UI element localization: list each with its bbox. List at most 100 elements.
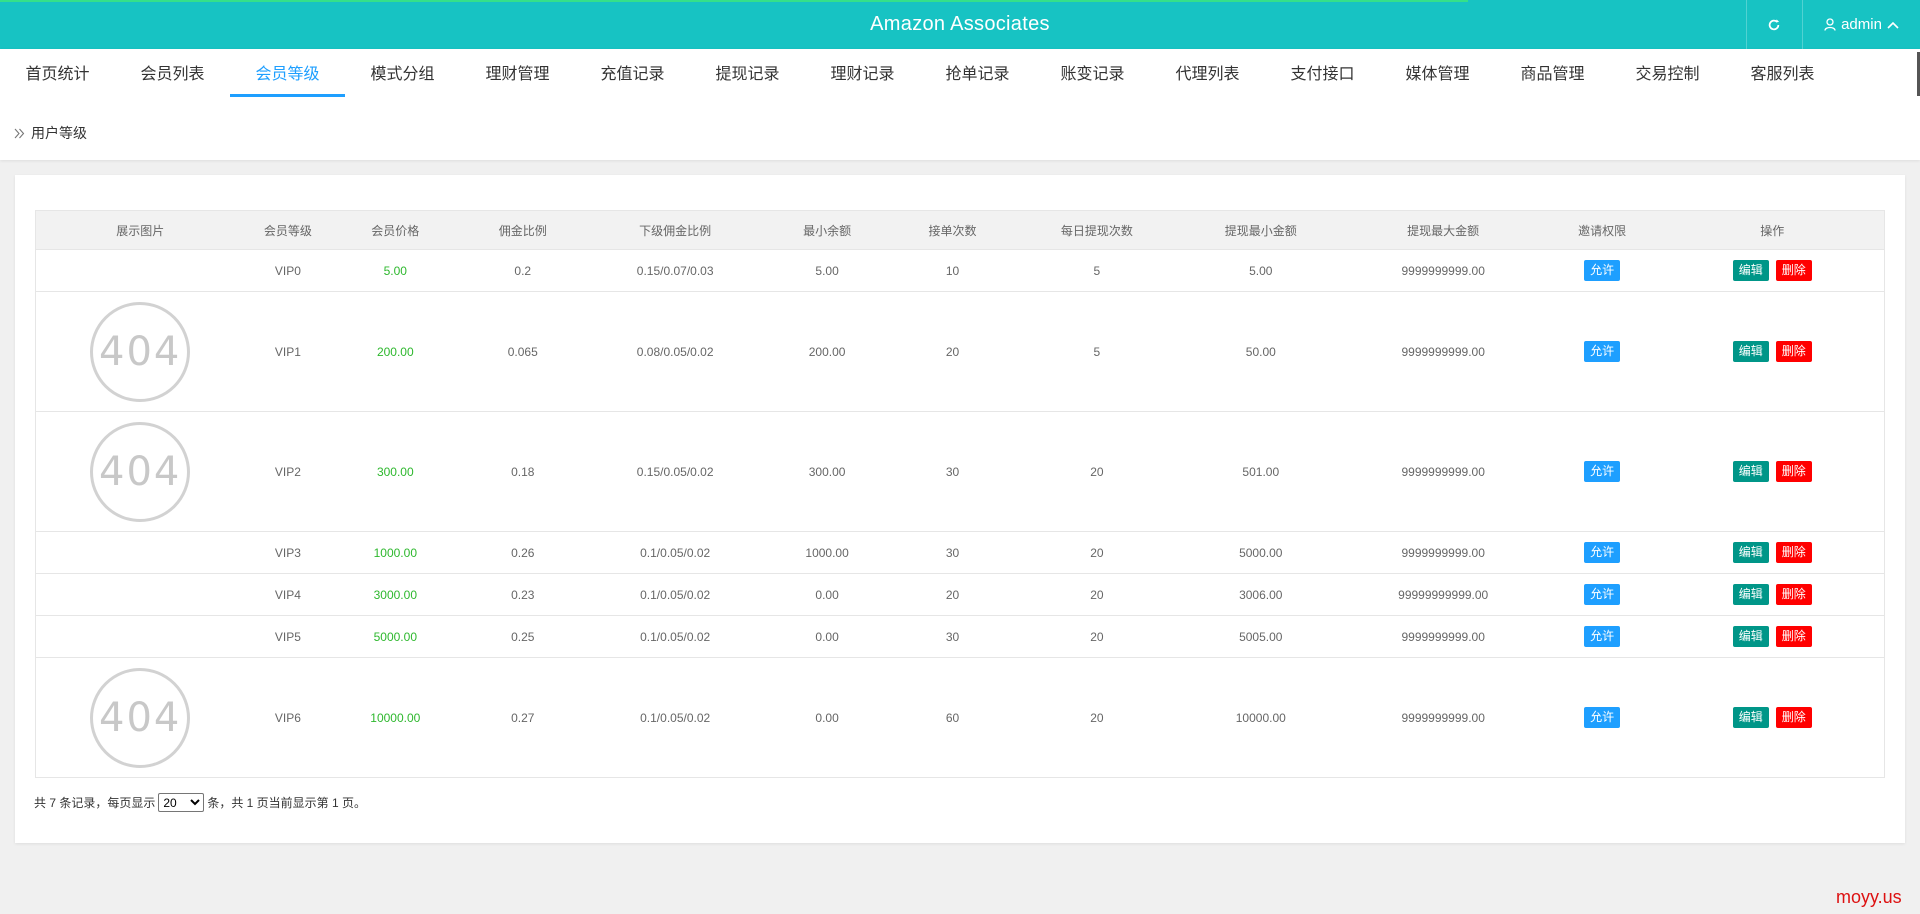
column-header: 下级佣金比例: [586, 210, 765, 250]
cell-sub-rate: 0.1/0.05/0.02: [586, 615, 765, 658]
tab-item[interactable]: 支付接口: [1265, 49, 1380, 97]
delete-button[interactable]: 删除: [1775, 707, 1812, 728]
edit-button[interactable]: 编辑: [1732, 626, 1769, 647]
user-menu[interactable]: admin: [1802, 0, 1920, 49]
tab-item[interactable]: 首页统计: [0, 49, 115, 97]
delete-button[interactable]: 删除: [1775, 584, 1812, 605]
refresh-button[interactable]: [1746, 0, 1801, 49]
watermark: moyy.us: [1836, 887, 1902, 907]
invite-allow-button[interactable]: 允许: [1584, 341, 1621, 362]
cell-withdraw-max: 9999999999.00: [1342, 531, 1544, 574]
cell-daily-withdraw: 20: [1014, 531, 1179, 574]
delete-button[interactable]: 删除: [1775, 461, 1812, 482]
tab-item[interactable]: 理财记录: [805, 49, 920, 97]
cell-daily-withdraw: 5: [1014, 249, 1179, 292]
invite-allow-button[interactable]: 允许: [1584, 626, 1621, 647]
table-row: 404 VIP1 200.00 0.065 0.08/0.05/0.02 200.00 20…: [35, 291, 1885, 412]
cell-withdraw-min: 5000.00: [1178, 531, 1343, 574]
pager-suffix: 条，共 1 页当前显示第 1 页。: [207, 796, 367, 810]
tab-item[interactable]: 理财管理: [460, 49, 575, 97]
actions-cell: 编辑 删除: [1660, 615, 1885, 658]
cell-withdraw-min: 5.00: [1178, 249, 1343, 292]
image-cell: 404: [35, 291, 245, 412]
cell-rate: 0.26: [459, 531, 587, 574]
cell-withdraw-max: 9999999999.00: [1342, 615, 1544, 658]
cell-daily-withdraw: 20: [1014, 573, 1179, 616]
tab-item[interactable]: 提现记录: [690, 49, 805, 97]
cell-withdraw-min: 501.00: [1178, 411, 1343, 532]
table-row: VIP5 5000.00 0.25 0.1/0.05/0.02 0.00 30 20 5005…: [35, 615, 1885, 658]
actions-cell: 编辑 删除: [1660, 657, 1885, 778]
delete-button[interactable]: 删除: [1775, 260, 1812, 281]
invite-allow-button[interactable]: 允许: [1584, 542, 1621, 563]
invite-cell: 允许: [1543, 573, 1661, 616]
image-cell: [35, 531, 245, 574]
invite-cell: 允许: [1543, 411, 1661, 532]
cell-orders: 10: [890, 249, 1015, 292]
cell-price: 200.00: [331, 291, 460, 412]
edit-button[interactable]: 编辑: [1732, 341, 1769, 362]
invite-cell: 允许: [1543, 291, 1661, 412]
invite-allow-button[interactable]: 允许: [1584, 584, 1621, 605]
edit-button[interactable]: 编辑: [1732, 542, 1769, 563]
tab-item[interactable]: 媒体管理: [1380, 49, 1495, 97]
app-title: Amazon Associates: [870, 13, 1050, 35]
cell-rate: 0.27: [459, 657, 587, 778]
edit-button[interactable]: 编辑: [1732, 584, 1769, 605]
invite-allow-button[interactable]: 允许: [1584, 461, 1621, 482]
invite-cell: 允许: [1543, 531, 1661, 574]
image-placeholder: 404: [90, 421, 191, 522]
delete-button[interactable]: 删除: [1775, 542, 1812, 563]
cell-price: 300.00: [331, 411, 460, 532]
invite-cell: 允许: [1543, 657, 1661, 778]
cell-min-balance: 0.00: [764, 657, 891, 778]
image-cell: 404: [35, 657, 245, 778]
tab-item[interactable]: 交易控制: [1610, 49, 1725, 97]
image-cell: [35, 249, 245, 292]
column-header: 佣金比例: [459, 210, 587, 250]
cell-rate: 0.18: [459, 411, 587, 532]
tab-item[interactable]: 会员列表: [115, 49, 230, 97]
cell-min-balance: 200.00: [764, 291, 891, 412]
cell-price: 1000.00: [331, 531, 460, 574]
cell-sub-rate: 0.1/0.05/0.02: [586, 573, 765, 616]
cell-sub-rate: 0.1/0.05/0.02: [586, 657, 765, 778]
tab-item[interactable]: 充值记录: [575, 49, 690, 97]
per-page-select[interactable]: 20: [158, 793, 205, 812]
nav-bar: 首页统计 会员列表 会员等级 模式分组 理财管理 充值记录 提现记录 理财记录 抢单记录 账变记录…: [0, 49, 1920, 160]
cell-withdraw-max: 9999999999.00: [1342, 411, 1544, 532]
cell-rate: 0.2: [459, 249, 587, 292]
cell-level: VIP5: [244, 615, 332, 658]
tab-item[interactable]: 客服列表: [1725, 49, 1840, 97]
cell-min-balance: 0.00: [764, 615, 891, 658]
cell-price: 5000.00: [331, 615, 460, 658]
table-row: 404 VIP2 300.00 0.18 0.15/0.05/0.02 300.00 30 2…: [35, 411, 1885, 532]
invite-allow-button[interactable]: 允许: [1584, 260, 1621, 281]
cell-min-balance: 300.00: [764, 411, 891, 532]
image-cell: [35, 615, 245, 658]
table-header-row: 展示图片 会员等级 会员价格 佣金比例 下级佣金比例 最小余额 接单次数 每日提…: [35, 210, 1885, 250]
tab-item[interactable]: 商品管理: [1495, 49, 1610, 97]
column-header: 操作: [1660, 210, 1885, 250]
actions-cell: 编辑 删除: [1660, 531, 1885, 574]
cell-sub-rate: 0.1/0.05/0.02: [586, 531, 765, 574]
actions-cell: 编辑 删除: [1660, 573, 1885, 616]
cell-withdraw-max: 99999999999.00: [1342, 573, 1544, 616]
breadcrumb-label: 用户等级: [31, 125, 87, 141]
edit-button[interactable]: 编辑: [1732, 707, 1769, 728]
delete-button[interactable]: 删除: [1775, 341, 1812, 362]
tab-item[interactable]: 抢单记录: [920, 49, 1035, 97]
main-tabs: 首页统计 会员列表 会员等级 模式分组 理财管理 充值记录 提现记录 理财记录 抢单记录 账变记录…: [0, 49, 1840, 99]
tab-item[interactable]: 代理列表: [1150, 49, 1265, 97]
invite-allow-button[interactable]: 允许: [1584, 707, 1621, 728]
edit-button[interactable]: 编辑: [1732, 260, 1769, 281]
actions-cell: 编辑 删除: [1660, 291, 1885, 412]
tab-item[interactable]: 账变记录: [1035, 49, 1150, 97]
cell-withdraw-min: 50.00: [1178, 291, 1343, 412]
tab-item[interactable]: 模式分组: [345, 49, 460, 97]
tab-item[interactable]: 会员等级: [230, 49, 345, 97]
table-row: VIP0 5.00 0.2 0.15/0.07/0.03 5.00 10 5 5.00 9999…: [35, 249, 1885, 292]
cell-withdraw-max: 9999999999.00: [1342, 657, 1544, 778]
edit-button[interactable]: 编辑: [1732, 461, 1769, 482]
delete-button[interactable]: 删除: [1775, 626, 1812, 647]
